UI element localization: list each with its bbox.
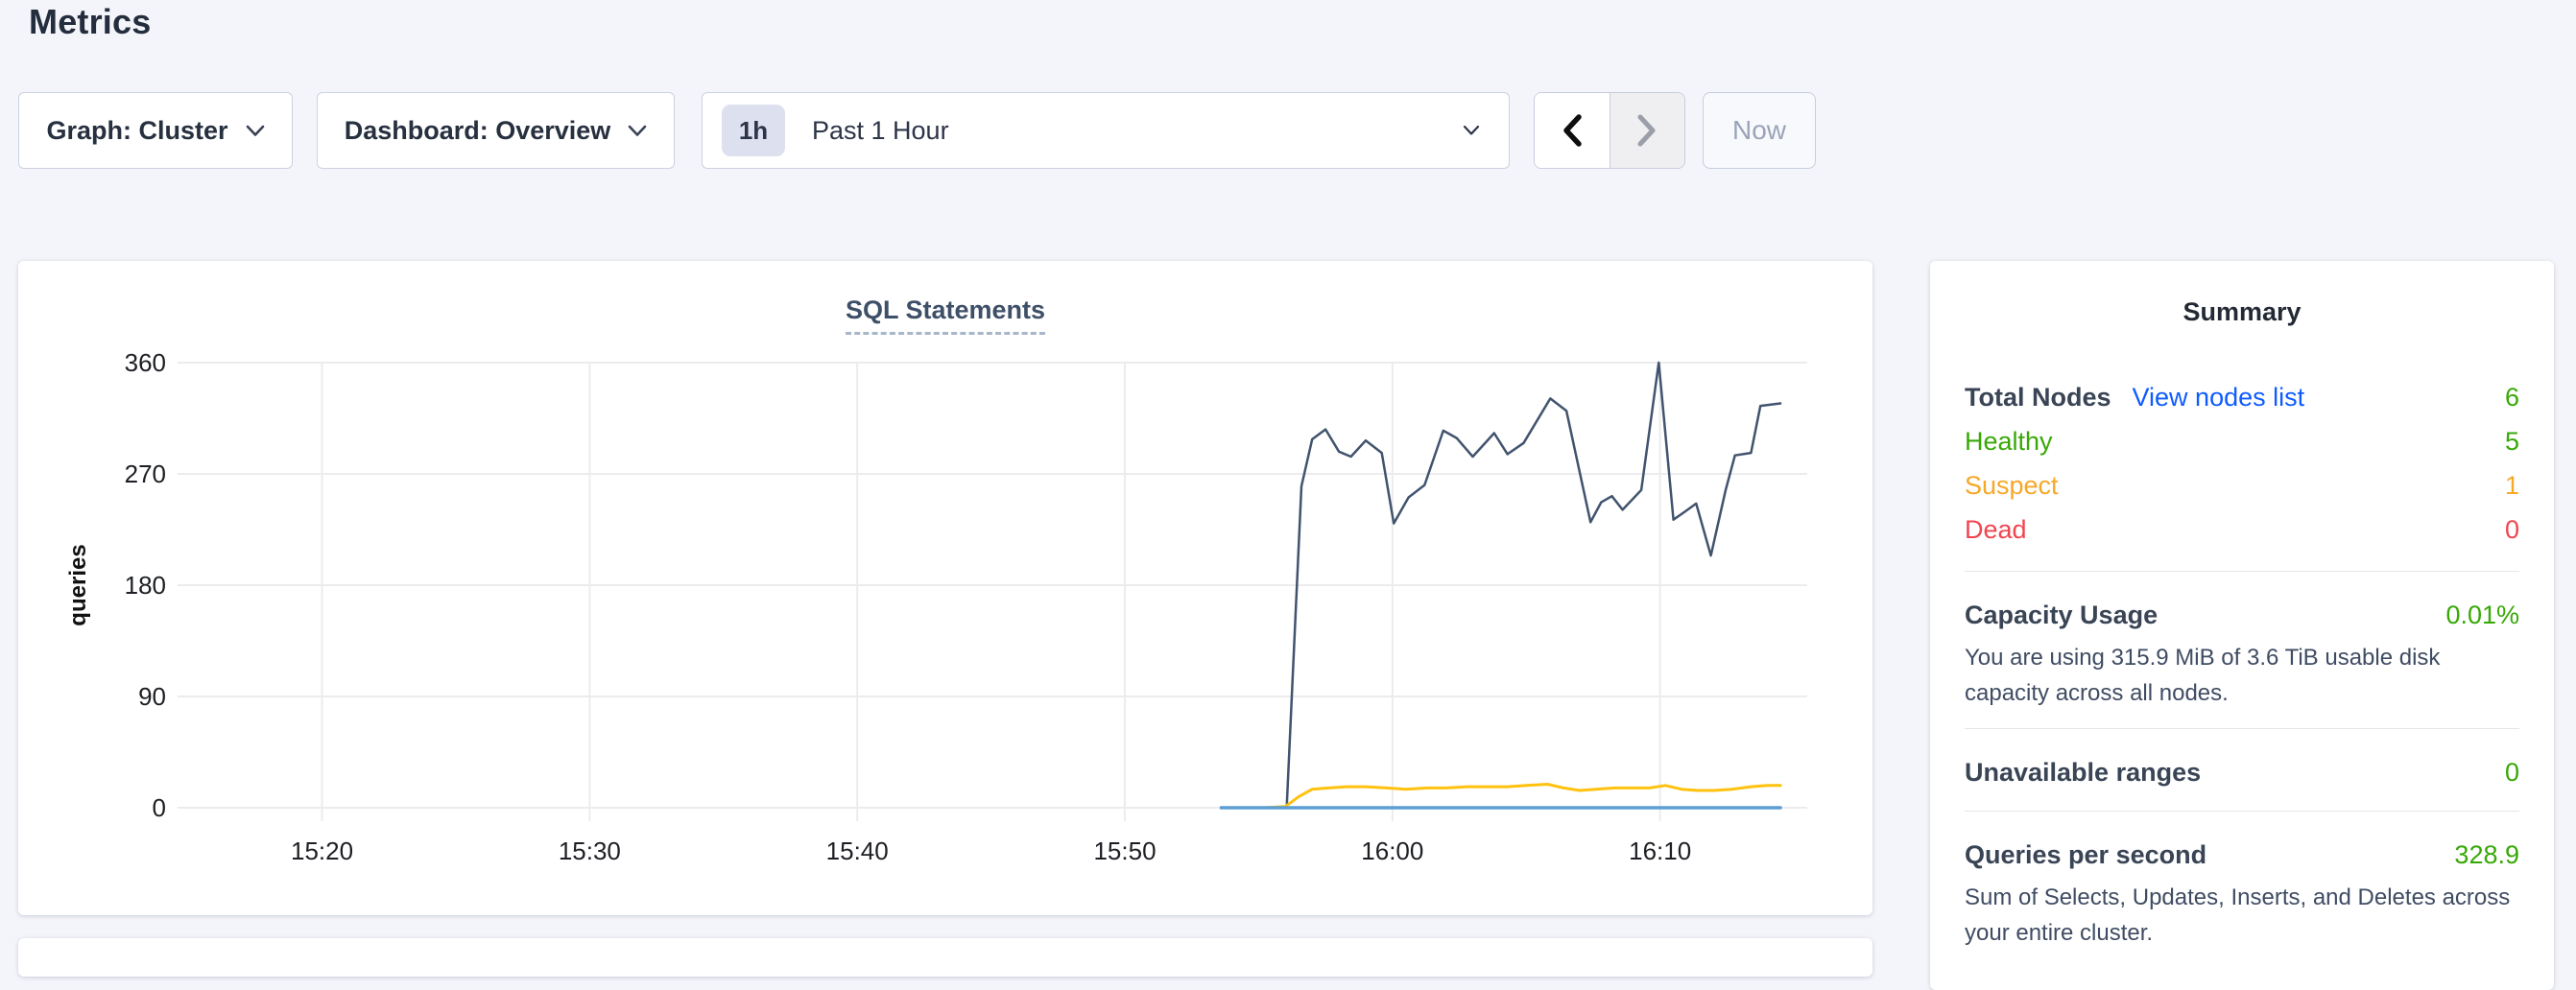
capacity-usage-row: Capacity Usage 0.01% bbox=[1965, 601, 2519, 630]
total-nodes-row: Total Nodes View nodes list 6 bbox=[1965, 375, 2519, 419]
capacity-usage-label: Capacity Usage bbox=[1965, 601, 2158, 630]
time-nav-buttons bbox=[1534, 92, 1685, 169]
x-tick-label: 16:00 bbox=[1361, 837, 1423, 865]
chevron-left-icon bbox=[1562, 114, 1583, 147]
x-tick-label: 15:50 bbox=[1093, 837, 1156, 865]
sql-statements-chart[interactable]: 0 90 180 270 360 15:20 15:30 15:40 15:50 16:00 16:… bbox=[18, 261, 1872, 915]
yellow-series-line bbox=[1221, 785, 1780, 809]
x-tick-label: 15:30 bbox=[559, 837, 621, 865]
suspect-value: 1 bbox=[2505, 471, 2519, 501]
next-time-button[interactable] bbox=[1610, 93, 1685, 168]
unavailable-ranges-label: Unavailable ranges bbox=[1965, 758, 2201, 788]
suspect-nodes-row: Suspect 1 bbox=[1965, 463, 2519, 507]
dead-nodes-row: Dead 0 bbox=[1965, 507, 2519, 552]
x-tick-label: 15:20 bbox=[291, 837, 353, 865]
queries-per-second-label: Queries per second bbox=[1965, 840, 2206, 870]
metrics-page: Metrics Graph: Cluster Dashboard: Overvi… bbox=[0, 0, 2576, 950]
chart-title[interactable]: SQL Statements bbox=[846, 295, 1045, 335]
unavailable-ranges-row: Unavailable ranges 0 bbox=[1965, 758, 2519, 788]
y-tick-label: 270 bbox=[125, 460, 166, 488]
now-button[interactable]: Now bbox=[1703, 92, 1816, 169]
x-tick-label: 15:40 bbox=[826, 837, 889, 865]
controls-row: Graph: Cluster Dashboard: Overview 1h Pa… bbox=[0, 92, 2576, 169]
summary-divider bbox=[1965, 811, 2519, 812]
time-range-badge: 1h bbox=[722, 105, 785, 156]
summary-panel: Summary Total Nodes View nodes list 6 He… bbox=[1930, 261, 2554, 990]
chevron-down-icon bbox=[1463, 125, 1480, 136]
chevron-right-icon bbox=[1636, 114, 1658, 147]
summary-title: Summary bbox=[1965, 297, 2519, 327]
y-axis-label: queries bbox=[65, 544, 91, 625]
capacity-usage-description: You are using 315.9 MiB of 3.6 TiB usabl… bbox=[1965, 640, 2519, 711]
summary-divider bbox=[1965, 571, 2519, 572]
time-range-label: Past 1 Hour bbox=[812, 116, 949, 146]
suspect-label: Suspect bbox=[1965, 471, 2059, 501]
graph-dropdown-label: Graph: Cluster bbox=[46, 116, 227, 146]
chevron-down-icon bbox=[246, 125, 265, 137]
y-tick-label: 0 bbox=[153, 793, 166, 822]
capacity-usage-value: 0.01% bbox=[2445, 601, 2519, 630]
queries-per-second-description: Sum of Selects, Updates, Inserts, and De… bbox=[1965, 880, 2519, 951]
dashboard-dropdown[interactable]: Dashboard: Overview bbox=[317, 92, 675, 169]
dashboard-dropdown-label: Dashboard: Overview bbox=[345, 116, 611, 146]
queries-per-second-value: 328.9 bbox=[2454, 840, 2519, 870]
view-nodes-list-link[interactable]: View nodes list bbox=[2133, 383, 2305, 412]
dead-label: Dead bbox=[1965, 515, 2027, 545]
healthy-nodes-row: Healthy 5 bbox=[1965, 419, 2519, 463]
total-nodes-value: 6 bbox=[2505, 383, 2519, 412]
dead-value: 0 bbox=[2505, 515, 2519, 545]
y-tick-label: 180 bbox=[125, 571, 166, 600]
y-tick-label: 90 bbox=[138, 682, 166, 711]
unavailable-ranges-value: 0 bbox=[2505, 758, 2519, 788]
healthy-label: Healthy bbox=[1965, 427, 2053, 457]
chart-title-wrap: SQL Statements bbox=[18, 295, 1872, 335]
healthy-value: 5 bbox=[2505, 427, 2519, 457]
x-tick-label: 16:10 bbox=[1629, 837, 1691, 865]
prev-time-button[interactable] bbox=[1535, 93, 1610, 168]
chevron-down-icon bbox=[628, 125, 647, 137]
total-nodes-label: Total Nodes bbox=[1965, 383, 2111, 412]
queries-per-second-row: Queries per second 328.9 bbox=[1965, 840, 2519, 870]
page-title: Metrics bbox=[29, 2, 151, 42]
next-chart-card bbox=[18, 938, 1872, 977]
sql-statements-chart-card: 0 90 180 270 360 15:20 15:30 15:40 15:50 16:00 16:… bbox=[18, 261, 1872, 915]
y-tick-label: 360 bbox=[125, 348, 166, 377]
summary-divider bbox=[1965, 728, 2519, 729]
graph-dropdown[interactable]: Graph: Cluster bbox=[18, 92, 293, 169]
time-range-selector[interactable]: 1h Past 1 Hour bbox=[702, 92, 1510, 169]
